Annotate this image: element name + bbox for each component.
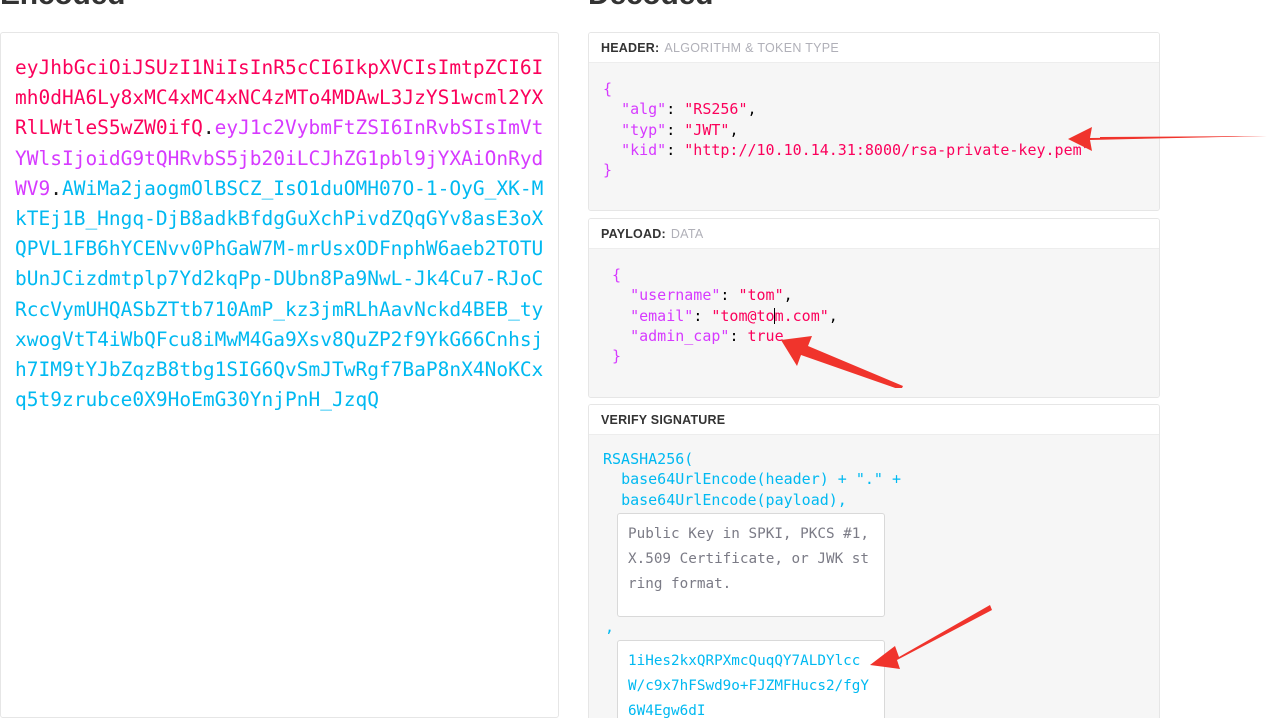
verify-label-text: VERIFY SIGNATURE xyxy=(601,413,726,427)
encoded-panel-title: EncodedPASTE A TOKEN HERE xyxy=(0,0,273,12)
payload-panel: PAYLOAD: DATA { "username": "tom", "email… xyxy=(588,218,1160,398)
payload-key-username: "username" xyxy=(630,286,721,305)
payload-close-brace: } xyxy=(612,347,622,366)
header-panel-label: HEADER: ALGORITHM & TOKEN TYPE xyxy=(589,33,1159,63)
header-open-brace: { xyxy=(603,80,613,98)
decoded-panel-title: DecodedEDIT THE PAYLOAD AND SECRET xyxy=(588,0,927,12)
header-key-alg: "alg" xyxy=(621,100,667,119)
encoded-token-text[interactable]: eyJhbGciOiJSUzI1NiIsInR5cCI6IkpXVCIsImtp… xyxy=(15,53,544,415)
encoded-token-input[interactable]: eyJhbGciOiJSUzI1NiIsInR5cCI6IkpXVCIsImtp… xyxy=(0,32,559,718)
token-signature-segment: AWiMa2jaogmOlBSCZ_IsO1duOMH07O-1-OyG_XK-… xyxy=(15,176,544,412)
payload-value-admin-cap: true xyxy=(747,326,784,345)
verify-panel-label: VERIFY SIGNATURE xyxy=(589,405,1159,435)
header-value-alg: "RS256" xyxy=(684,100,748,119)
verify-signature-panel: VERIFY SIGNATURE RSASHA256( base64UrlEnc… xyxy=(588,404,1160,718)
public-key-input[interactable] xyxy=(617,512,885,617)
header-label-text: HEADER: xyxy=(601,41,660,55)
jwt-debugger-page: EncodedPASTE A TOKEN HERE eyJhbGciOiJSUz… xyxy=(0,0,1267,718)
verify-comma-after-public-key: , xyxy=(605,617,615,636)
header-json-editor[interactable]: { "alg": "RS256", "typ": "JWT", "kid": "… xyxy=(589,63,1159,210)
payload-panel-label: PAYLOAD: DATA xyxy=(589,219,1159,249)
header-value-typ: "JWT" xyxy=(684,120,730,139)
payload-value-username: "tom" xyxy=(738,286,784,305)
payload-key-admin-cap: "admin_cap" xyxy=(630,326,730,345)
private-key-input[interactable] xyxy=(617,640,885,718)
payload-value-email-after-caret: m.com" xyxy=(774,306,829,325)
payload-json-editor[interactable]: { "username": "tom", "email": "tom@tom.c… xyxy=(589,249,1159,397)
payload-key-email: "email" xyxy=(630,306,694,325)
payload-open-brace: { xyxy=(612,266,622,284)
payload-value-email-before-caret: "tom@to xyxy=(711,306,775,325)
verify-algo-open: RSASHA256( xyxy=(603,450,694,468)
token-separator-dot-2: . xyxy=(50,176,62,200)
encoded-title-text: Encoded xyxy=(0,0,125,11)
header-label-sublabel: ALGORITHM & TOKEN TYPE xyxy=(664,41,840,55)
header-close-brace: } xyxy=(603,161,613,180)
header-key-typ: "typ" xyxy=(621,120,667,139)
token-separator-dot-1: . xyxy=(202,116,215,140)
header-key-kid: "kid" xyxy=(621,140,667,159)
verify-signature-body: RSASHA256( base64UrlEncode(header) + "."… xyxy=(589,435,1159,718)
verify-line-payload-encode: base64UrlEncode(payload), xyxy=(621,490,847,509)
header-panel: HEADER: ALGORITHM & TOKEN TYPE { "alg": "… xyxy=(588,32,1160,211)
header-value-kid: "http://10.10.14.31:8000/rsa-private-key… xyxy=(684,140,1091,159)
payload-label-sublabel: DATA xyxy=(670,227,704,241)
decoded-title-text: Decoded xyxy=(588,0,713,11)
payload-label-text: PAYLOAD: xyxy=(601,227,666,241)
verify-line-header-encode: base64UrlEncode(header) + "." + xyxy=(621,470,902,489)
